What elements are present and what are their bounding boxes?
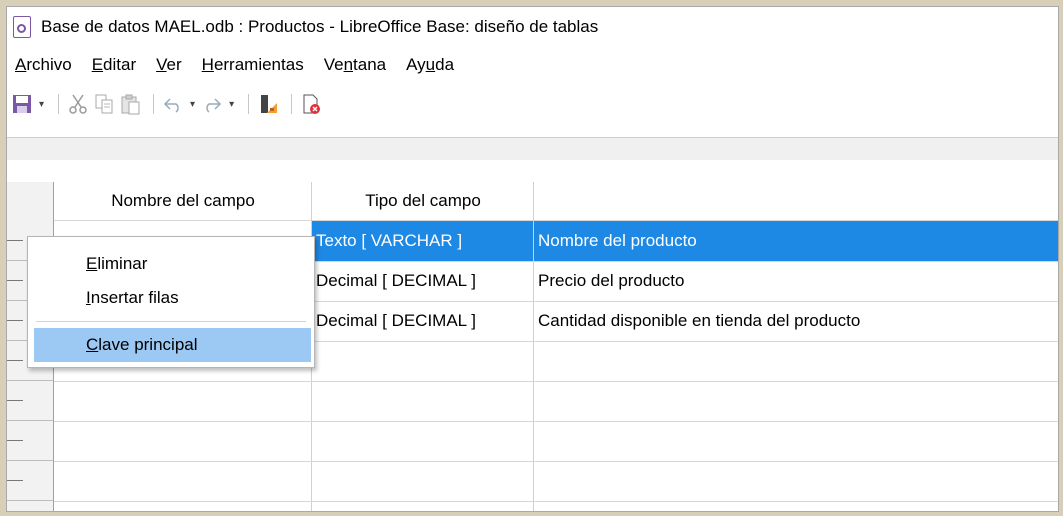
field-name-cell[interactable]	[54, 421, 311, 461]
field-description-cell[interactable]	[534, 341, 1058, 381]
undo-dropdown-icon[interactable]: ▾	[190, 99, 195, 110]
row-header[interactable]	[7, 420, 53, 461]
field-name-cell[interactable]	[54, 461, 311, 501]
menu-ver[interactable]: Ver	[156, 55, 182, 75]
field-type-cell[interactable]	[312, 381, 533, 421]
column-header-field-name[interactable]: Nombre del campo	[54, 182, 312, 220]
column-header-description[interactable]	[534, 182, 1034, 220]
paste-icon	[121, 94, 140, 115]
toolbar-separator	[291, 94, 293, 114]
context-menu-eliminar[interactable]: Eliminar	[28, 247, 314, 281]
field-description-cell[interactable]	[534, 461, 1058, 501]
menu-ayuda[interactable]: Ayuda	[406, 55, 454, 75]
primary-key-button[interactable]	[257, 89, 279, 119]
field-type-cell[interactable]	[312, 341, 533, 381]
row-header[interactable]	[7, 380, 53, 421]
undo-button[interactable]	[162, 89, 184, 119]
index-design-icon	[303, 94, 321, 114]
app-window: Base de datos MAEL.odb : Productos - Lib…	[6, 6, 1059, 512]
field-description-cell[interactable]: Cantidad disponible en tienda del produc…	[534, 301, 1058, 341]
field-type-cell[interactable]: Decimal [ DECIMAL ]	[312, 261, 533, 301]
field-type-cell[interactable]: Texto [ VARCHAR ]	[312, 221, 533, 261]
table-row[interactable]	[54, 381, 1058, 422]
row-context-menu: Eliminar Insertar filas Clave principal	[27, 236, 315, 368]
redo-dropdown-icon[interactable]: ▾	[229, 99, 234, 110]
primary-key-icon	[261, 95, 278, 113]
field-description-cell[interactable]: Precio del producto	[534, 261, 1058, 301]
redo-icon	[206, 98, 222, 113]
field-name-cell[interactable]	[54, 381, 311, 421]
field-type-cell[interactable]	[312, 461, 533, 501]
cut-button[interactable]	[67, 89, 89, 119]
menu-bar: Archivo Editar Ver Herramientas Ventana …	[7, 47, 1058, 83]
menu-herramientas[interactable]: Herramientas	[202, 55, 304, 75]
copy-button[interactable]	[93, 89, 115, 119]
toolbar: ▾ ▾ ▾	[7, 83, 1058, 125]
toolbar-panel-divider	[7, 137, 1058, 160]
menu-ventana[interactable]: Ventana	[324, 55, 386, 75]
redo-button[interactable]	[201, 89, 223, 119]
libreoffice-base-icon	[13, 16, 31, 38]
title-bar: Base de datos MAEL.odb : Productos - Lib…	[7, 7, 1058, 47]
row-header[interactable]	[7, 460, 53, 501]
field-description-cell[interactable]	[534, 421, 1058, 461]
cut-icon	[69, 94, 87, 114]
context-menu-clave-principal[interactable]: Clave principal	[34, 328, 311, 362]
field-description-cell[interactable]	[534, 381, 1058, 421]
context-menu-separator	[36, 321, 306, 322]
column-header-field-type[interactable]: Tipo del campo	[312, 182, 534, 220]
column-header-row: Nombre del campo Tipo del campo	[54, 182, 1058, 221]
copy-icon	[95, 94, 113, 114]
context-menu-insertar-filas[interactable]: Insertar filas	[28, 281, 314, 315]
table-row[interactable]	[54, 421, 1058, 462]
field-type-cell[interactable]: Decimal [ DECIMAL ]	[312, 301, 533, 341]
save-button[interactable]	[11, 89, 33, 119]
window-title: Base de datos MAEL.odb : Productos - Lib…	[41, 17, 599, 36]
table-row[interactable]	[54, 461, 1058, 502]
toolbar-separator	[58, 94, 60, 114]
save-dropdown-icon[interactable]: ▾	[39, 99, 44, 110]
field-type-cell[interactable]	[312, 421, 533, 461]
toolbar-separator	[153, 94, 155, 114]
field-description-cell[interactable]: Nombre del producto	[534, 221, 1058, 261]
index-design-button[interactable]	[300, 89, 322, 119]
toolbar-separator	[248, 94, 250, 114]
paste-button[interactable]	[119, 89, 141, 119]
menu-editar[interactable]: Editar	[92, 55, 136, 75]
menu-archivo[interactable]: Archivo	[15, 55, 72, 75]
undo-icon	[163, 98, 179, 113]
save-icon	[13, 95, 31, 113]
